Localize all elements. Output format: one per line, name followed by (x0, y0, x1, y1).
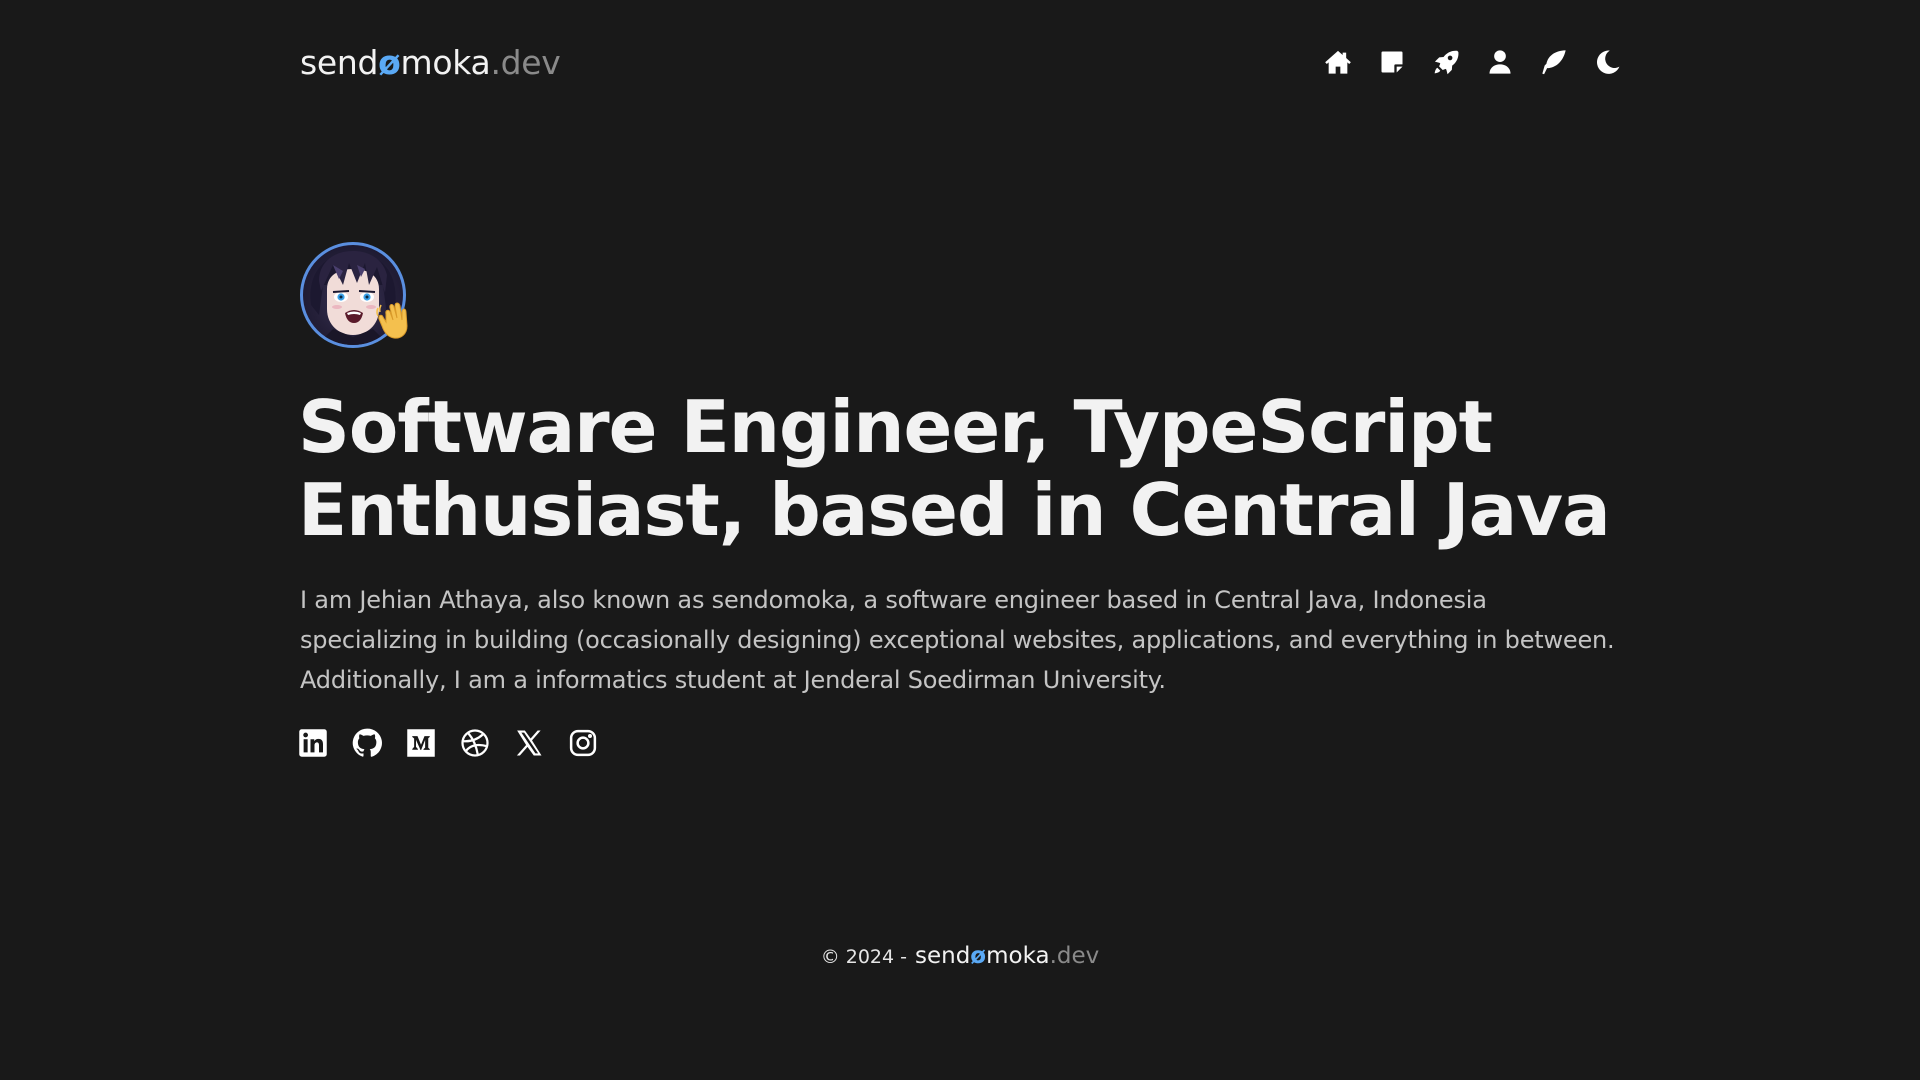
site-footer: © 2024 - sendømoka.dev (0, 943, 1920, 969)
avatar-container (300, 242, 410, 352)
logo-name-prefix: send (300, 42, 379, 82)
feather-icon (1542, 50, 1566, 75)
logo-name-suffix: moka (400, 42, 491, 82)
logo-tld: .dev (490, 42, 561, 82)
hero-intro: I am Jehian Athaya, also known as sendom… (300, 586, 1615, 694)
instagram-icon (569, 729, 597, 757)
social-links (298, 728, 598, 758)
user-icon (1489, 50, 1511, 74)
nav-home-button[interactable] (1324, 48, 1352, 76)
footer-logo-prefix: send (914, 943, 971, 969)
x-link[interactable] (514, 728, 544, 758)
footer-logo-tld: .dev (1049, 943, 1100, 969)
headline-line-2: Enthusiast, based in Central Java (298, 468, 1611, 552)
headline-line-1: Software Engineer, TypeScript (298, 385, 1493, 469)
theme-toggle-button[interactable] (1594, 48, 1622, 76)
medium-link[interactable] (406, 728, 436, 758)
moon-icon (1596, 50, 1620, 74)
linkedin-link[interactable] (298, 728, 328, 758)
page: send ø moka .dev Software Engineer, Type… (0, 0, 1920, 1080)
dribbble-icon (461, 729, 489, 757)
nav-projects-button[interactable] (1432, 48, 1460, 76)
x-icon (516, 730, 542, 756)
instagram-link[interactable] (568, 728, 598, 758)
note-icon (1381, 51, 1403, 73)
site-header: send ø moka .dev (300, 36, 1622, 88)
github-icon (352, 728, 382, 757)
footer-logo-suffix: moka (986, 943, 1050, 969)
copyright-text: © 2024 - (820, 946, 907, 968)
nav-about-button[interactable] (1486, 48, 1514, 76)
nav-blog-button[interactable] (1540, 48, 1568, 76)
footer-logo-accent: ø (970, 943, 987, 969)
main-nav (1324, 48, 1622, 76)
footer-logo[interactable]: sendømoka.dev (915, 943, 1099, 969)
site-logo[interactable]: send ø moka .dev (300, 43, 561, 82)
nav-notes-button[interactable] (1378, 48, 1406, 76)
hero-headline: Software Engineer, TypeScript Enthusiast… (298, 386, 1658, 552)
logo-name-accent: ø (378, 42, 401, 82)
github-link[interactable] (352, 728, 382, 758)
home-icon (1325, 50, 1351, 74)
dribbble-link[interactable] (460, 728, 490, 758)
medium-icon (407, 729, 435, 757)
waving-hand-icon (376, 302, 408, 339)
linkedin-icon (299, 729, 327, 757)
rocket-icon (1434, 50, 1459, 75)
